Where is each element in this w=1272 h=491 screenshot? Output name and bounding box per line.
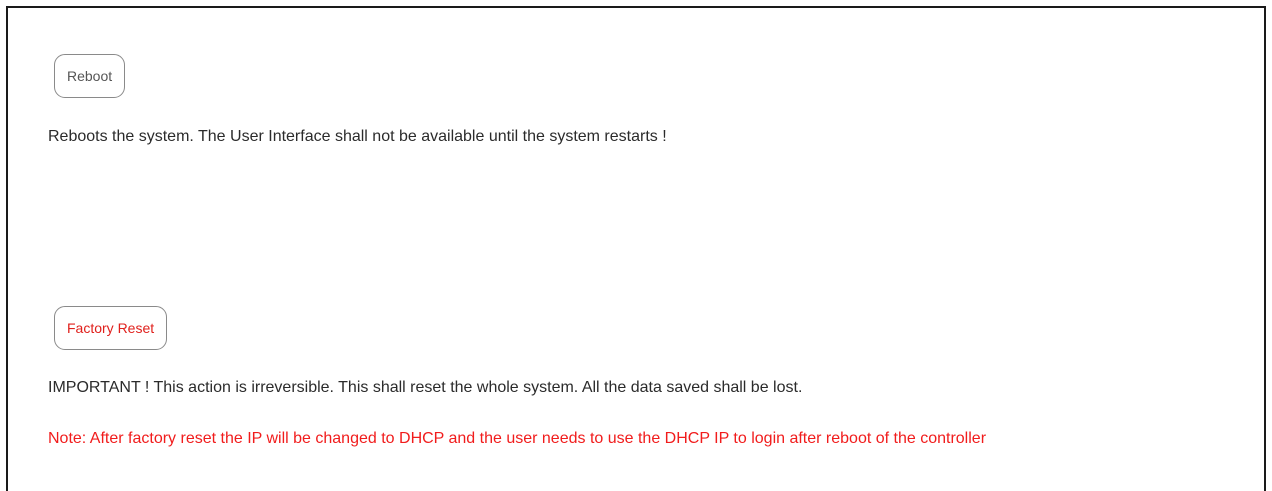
factory-reset-button[interactable]: Factory Reset — [54, 306, 168, 350]
factory-reset-note: Note: After factory reset the IP will be… — [48, 430, 987, 447]
factory-reset-warning: IMPORTANT ! This action is irreversible.… — [48, 379, 803, 396]
reboot-description: Reboots the system. The User Interface s… — [48, 128, 667, 145]
reboot-button[interactable]: Reboot — [54, 54, 126, 98]
system-maintenance-panel: Reboot Reboots the system. The User Inte… — [6, 6, 1266, 491]
